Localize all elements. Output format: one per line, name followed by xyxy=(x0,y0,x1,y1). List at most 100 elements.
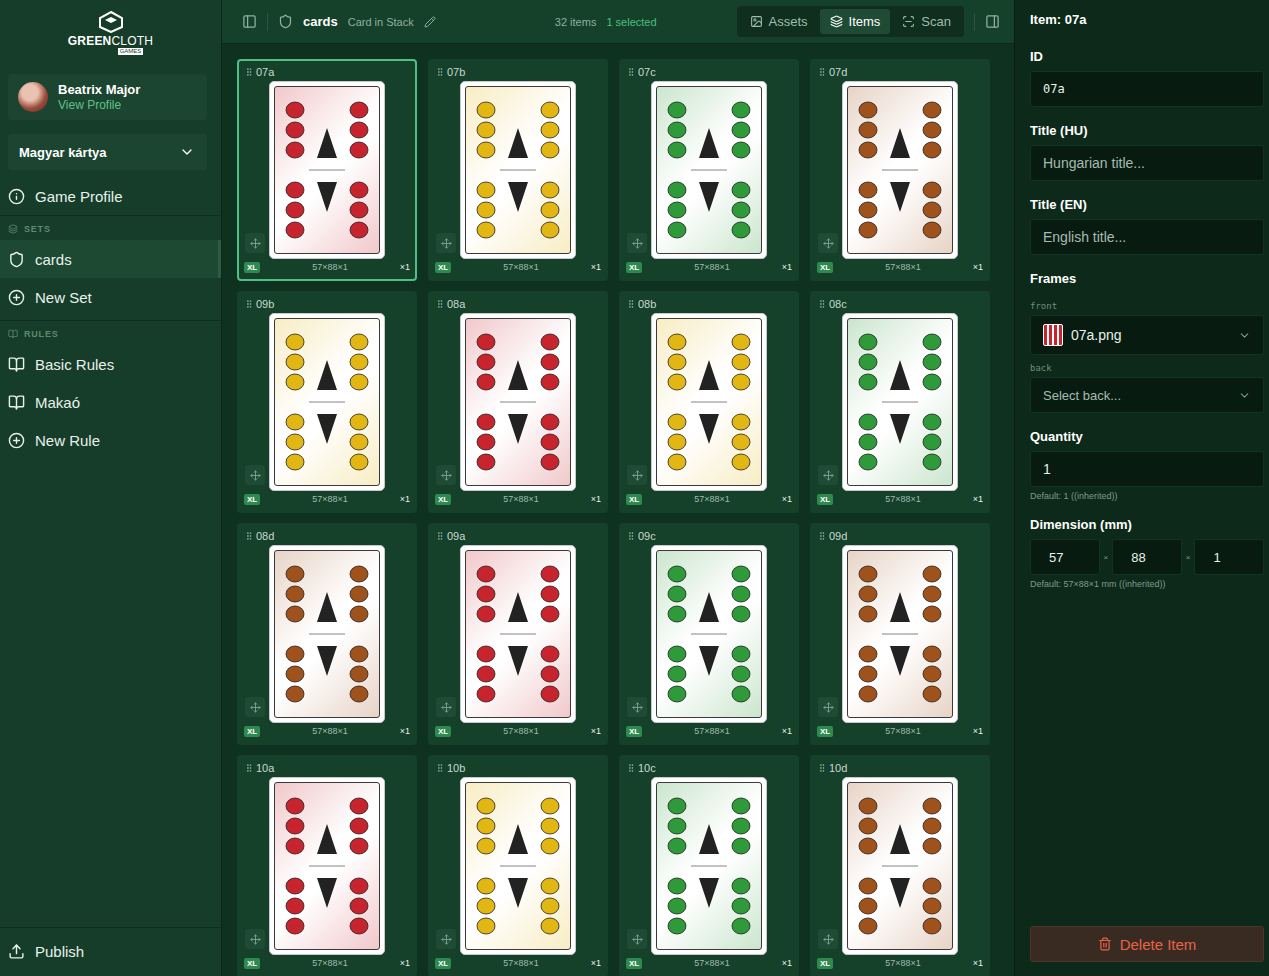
grip-icon[interactable] xyxy=(817,299,827,309)
grip-icon[interactable] xyxy=(817,531,827,541)
item-header: 10c xyxy=(626,759,792,777)
move-icon xyxy=(823,934,834,945)
id-input[interactable]: 07a xyxy=(1030,71,1264,107)
move-button[interactable] xyxy=(436,465,456,485)
grip-icon[interactable] xyxy=(244,299,254,309)
toggle-sidebar-button[interactable] xyxy=(242,14,257,29)
item-card[interactable]: 08bXL57×88×1×1 xyxy=(619,291,799,513)
grip-icon[interactable] xyxy=(626,299,636,309)
move-icon xyxy=(632,934,643,945)
back-select[interactable]: Select back... xyxy=(1030,377,1264,413)
sidebar-item[interactable]: Basic Rules xyxy=(0,345,221,383)
dimension-input[interactable]: 1 xyxy=(1194,539,1264,575)
grip-icon[interactable] xyxy=(626,67,636,77)
item-card[interactable]: 08aXL57×88×1×1 xyxy=(428,291,608,513)
item-card[interactable]: 08dXL57×88×1×1 xyxy=(237,523,417,745)
view-tab[interactable]: Assets xyxy=(740,9,818,34)
grip-icon[interactable] xyxy=(244,67,254,77)
sidebar-item[interactable]: New Rule xyxy=(0,421,221,459)
grip-icon[interactable] xyxy=(626,531,636,541)
item-footer: XL57×88×1×1 xyxy=(626,723,792,741)
title-en-input[interactable]: English title... xyxy=(1030,219,1264,255)
grip-icon[interactable] xyxy=(626,763,636,773)
item-id: 08b xyxy=(638,298,656,310)
move-button[interactable] xyxy=(245,233,265,253)
view-tab[interactable]: Items xyxy=(820,9,891,34)
move-button[interactable] xyxy=(627,697,647,717)
card-art-icon xyxy=(850,88,950,252)
profile-link[interactable]: View Profile xyxy=(58,98,140,112)
quantity-hint: Default: 1 ((inherited)) xyxy=(1030,491,1264,501)
grip-icon[interactable] xyxy=(244,763,254,773)
sidebar-item[interactable]: Makaó xyxy=(0,383,221,421)
add-icon xyxy=(8,289,25,306)
item-card[interactable]: 07aXL57×88×1×1 xyxy=(237,59,417,281)
item-card[interactable]: 09dXL57×88×1×1 xyxy=(810,523,990,745)
move-button[interactable] xyxy=(436,233,456,253)
card-slot xyxy=(817,777,983,955)
grip-icon[interactable] xyxy=(435,763,445,773)
profile-card[interactable]: Beatrix MajorView Profile xyxy=(8,74,207,120)
front-select[interactable]: 07a.png xyxy=(1030,315,1264,355)
item-card[interactable]: 08cXL57×88×1×1 xyxy=(810,291,990,513)
item-card[interactable]: 09c XL57×88×1×1 xyxy=(619,523,799,745)
item-card[interactable]: 09bXL57×88×1×1 xyxy=(237,291,417,513)
grip-icon[interactable] xyxy=(435,531,445,541)
item-card[interactable]: 07cXL57×88×1×1 xyxy=(619,59,799,281)
item-card[interactable]: 07bXL57×88×1×1 xyxy=(428,59,608,281)
item-card[interactable]: 07dXL57×88×1×1 xyxy=(810,59,990,281)
item-card[interactable]: 10bXL57×88×1×1 xyxy=(428,755,608,976)
move-button[interactable] xyxy=(818,929,838,949)
grip-icon[interactable] xyxy=(435,67,445,77)
grip-icon[interactable] xyxy=(817,67,827,77)
move-button[interactable] xyxy=(627,233,647,253)
logo[interactable]: GREENCLOTHGAMES xyxy=(0,0,221,66)
move-button[interactable] xyxy=(818,465,838,485)
toggle-inspector-button[interactable] xyxy=(985,14,1000,29)
item-dimensions: 57×88×1 xyxy=(694,494,730,504)
item-id: 07a xyxy=(256,66,274,78)
move-button[interactable] xyxy=(627,465,647,485)
sidebar-item[interactable]: cards xyxy=(0,240,221,278)
move-button[interactable] xyxy=(436,929,456,949)
set-icon xyxy=(8,251,25,268)
dimension-input[interactable]: 88 xyxy=(1112,539,1182,575)
item-dimensions: 57×88×1 xyxy=(885,958,921,968)
item-card[interactable]: 09aXL57×88×1×1 xyxy=(428,523,608,745)
title-hu-input[interactable]: Hungarian title... xyxy=(1030,145,1264,181)
move-button[interactable] xyxy=(245,465,265,485)
size-badge: XL xyxy=(244,726,260,737)
item-quantity: ×1 xyxy=(782,494,792,504)
view-tab[interactable]: Scan xyxy=(892,9,961,34)
move-button[interactable] xyxy=(818,233,838,253)
item-card[interactable]: 10aXL57×88×1×1 xyxy=(237,755,417,976)
move-icon xyxy=(441,702,452,713)
grip-icon[interactable] xyxy=(817,763,827,773)
dimension-input[interactable]: 57 xyxy=(1030,539,1100,575)
sidebar-item[interactable]: New Set xyxy=(0,278,221,316)
sidebar-item[interactable]: Game Profile xyxy=(0,178,221,216)
size-badge: XL xyxy=(435,726,451,737)
publish-button[interactable]: Publish xyxy=(0,932,221,970)
item-card[interactable]: 10cXL57×88×1×1 xyxy=(619,755,799,976)
item-header: 09c xyxy=(626,527,792,545)
move-button[interactable] xyxy=(818,697,838,717)
move-button[interactable] xyxy=(436,697,456,717)
item-card[interactable]: 10dXL57×88×1×1 xyxy=(810,755,990,976)
quantity-input[interactable]: 1 xyxy=(1030,451,1264,487)
grip-icon[interactable] xyxy=(435,299,445,309)
item-quantity: ×1 xyxy=(782,958,792,968)
move-button[interactable] xyxy=(245,697,265,717)
grip-icon[interactable] xyxy=(244,531,254,541)
sidebar: GREENCLOTHGAMES Beatrix MajorView Profile… xyxy=(0,0,222,976)
view-tabs: AssetsItemsScan xyxy=(737,6,964,37)
card-image xyxy=(842,545,958,723)
card-slot xyxy=(435,545,601,723)
move-button[interactable] xyxy=(245,929,265,949)
delete-button[interactable]: Delete Item xyxy=(1030,926,1264,962)
edit-set-button[interactable] xyxy=(424,16,436,28)
toolbar: cardsCard in Stack32 items1 selectedAsse… xyxy=(222,0,1014,44)
move-button[interactable] xyxy=(627,929,647,949)
item-header: 09a xyxy=(435,527,601,545)
game-select[interactable]: Magyar kártya xyxy=(8,134,207,170)
